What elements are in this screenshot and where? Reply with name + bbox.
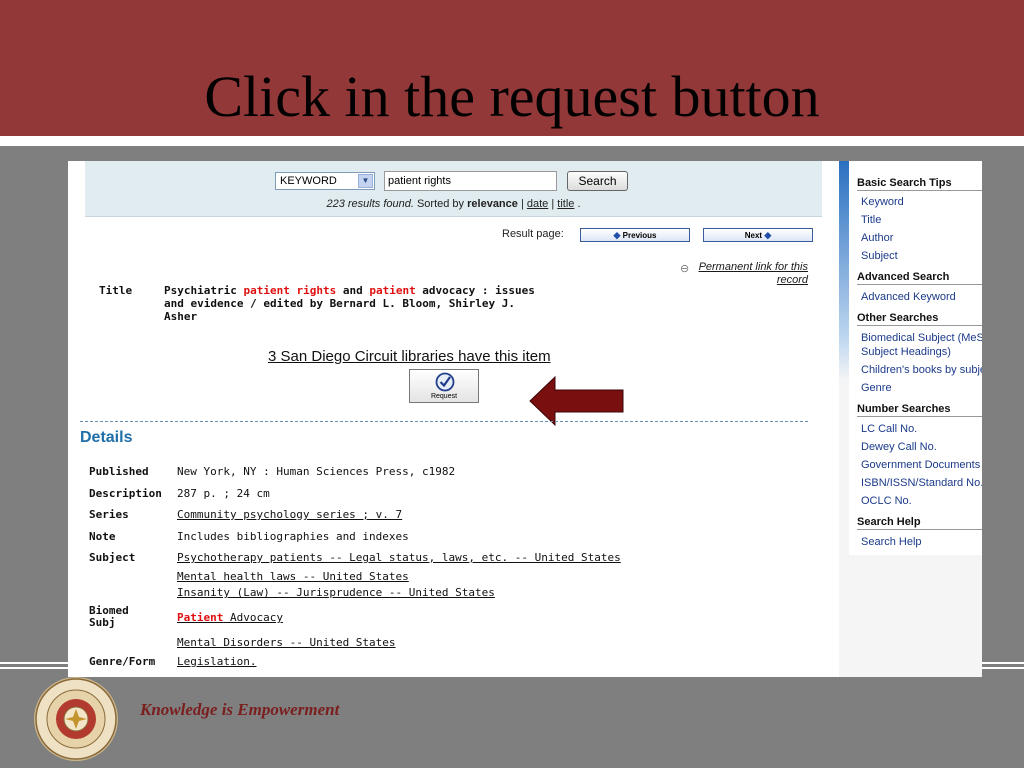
- side-nav: Basic Search Tips Keyword Title Author S…: [849, 161, 982, 555]
- arrow-left-icon: [529, 375, 624, 427]
- side-item-biomedical-cont[interactable]: Subject Headings): [861, 345, 982, 359]
- subject-link[interactable]: Mental health laws -- United States: [177, 570, 409, 583]
- university-seal-icon: [34, 677, 118, 761]
- title-highlight: patient: [369, 284, 416, 297]
- side-item-advanced-keyword[interactable]: Advanced Keyword: [861, 290, 982, 304]
- sort-title-link[interactable]: title: [557, 198, 574, 210]
- side-heading-advanced: Advanced Search: [857, 271, 982, 285]
- side-item-oclc[interactable]: OCLC No.: [861, 494, 982, 508]
- record-title: Psychiatric patient rights and patient a…: [164, 284, 544, 323]
- title-part: and: [336, 284, 370, 297]
- side-panel: Basic Search Tips Keyword Title Author S…: [839, 161, 982, 677]
- side-item-subject[interactable]: Subject: [861, 249, 982, 263]
- check-circle-icon: [435, 372, 455, 392]
- title-part: Psychiatric: [164, 284, 244, 297]
- permanent-link[interactable]: Permanent link for this record: [698, 261, 808, 287]
- published-label: Published: [89, 465, 149, 478]
- title-highlight: patient rights: [243, 284, 337, 297]
- description-value: 287 p. ; 24 cm: [177, 487, 270, 500]
- side-item-biomedical[interactable]: Biomedical Subject (MeSH: [861, 331, 982, 345]
- next-label: Next: [744, 231, 763, 240]
- side-item-childrens[interactable]: Children's books by subject: [861, 363, 982, 377]
- holdings-link[interactable]: 3 San Diego Circuit libraries have this …: [268, 348, 551, 365]
- side-heading-help: Search Help: [857, 516, 982, 530]
- details-heading: Details: [80, 429, 133, 446]
- sort-date-link[interactable]: date: [527, 198, 548, 210]
- arrow-right-icon: ◆: [764, 230, 772, 240]
- biomed-link[interactable]: Mental Disorders -- United States: [177, 636, 396, 649]
- sort-separator: |: [520, 198, 524, 210]
- side-item-gov-docs[interactable]: Government Documents: [861, 458, 982, 472]
- title-label: Title: [99, 284, 133, 297]
- genre-link[interactable]: Legislation.: [177, 655, 256, 668]
- search-type-value: KEYWORD: [280, 175, 337, 187]
- search-type-select[interactable]: KEYWORD ▼: [275, 172, 375, 190]
- next-button[interactable]: Next ◆: [703, 228, 813, 242]
- arrow-left-icon: ◆: [613, 230, 621, 240]
- note-value: Includes bibliographies and indexes: [177, 530, 409, 543]
- side-stripe: [839, 161, 849, 381]
- side-heading-other: Other Searches: [857, 312, 982, 326]
- catalog-screenshot: KEYWORD ▼ patient rights Search 223 resu…: [68, 161, 982, 677]
- description-label: Description: [89, 487, 162, 500]
- side-item-lc-call[interactable]: LC Call No.: [861, 422, 982, 436]
- search-button[interactable]: Search: [567, 171, 628, 191]
- biomed-rest: Advocacy: [223, 611, 283, 624]
- sorted-by-label: Sorted by: [416, 198, 465, 210]
- biomed-label: Biomed Subj: [89, 604, 129, 629]
- sort-relevance: relevance: [467, 198, 518, 210]
- divider: [80, 421, 808, 422]
- chevron-down-icon[interactable]: ▼: [358, 174, 373, 188]
- side-item-keyword[interactable]: Keyword: [861, 195, 982, 209]
- genre-label: Genre/Form: [89, 655, 156, 668]
- biomed-link[interactable]: Patient Advocacy: [177, 611, 283, 624]
- side-item-genre[interactable]: Genre: [861, 381, 982, 395]
- sort-separator: |: [551, 198, 555, 210]
- request-button[interactable]: Request: [409, 369, 479, 403]
- side-item-search-help[interactable]: Search Help: [861, 535, 982, 549]
- note-label: Note: [89, 530, 116, 543]
- result-page-label: Result page:: [502, 228, 564, 240]
- subject-label: Subject: [89, 551, 136, 564]
- subject-link[interactable]: Insanity (Law) -- Jurisprudence -- Unite…: [177, 586, 495, 599]
- side-item-isbn[interactable]: ISBN/ISSN/Standard No.: [861, 476, 982, 490]
- side-item-dewey-call[interactable]: Dewey Call No.: [861, 440, 982, 454]
- header-rule: [0, 136, 1024, 146]
- previous-label: Previous: [622, 231, 657, 240]
- link-icon: ⊖: [680, 263, 690, 275]
- search-input[interactable]: patient rights: [384, 171, 557, 191]
- side-heading-number: Number Searches: [857, 403, 982, 417]
- search-bar: KEYWORD ▼ patient rights Search 223 resu…: [85, 161, 822, 217]
- sort-end: .: [577, 198, 581, 210]
- results-summary: 223 results found. Sorted by relevance |…: [85, 198, 822, 210]
- side-heading-basic: Basic Search Tips: [857, 177, 982, 191]
- side-item-author[interactable]: Author: [861, 231, 982, 245]
- request-label: Request: [430, 393, 458, 400]
- biomed-highlight: Patient: [177, 611, 224, 624]
- published-value: New York, NY : Human Sciences Press, c19…: [177, 465, 456, 478]
- results-count: 223 results found.: [326, 198, 414, 210]
- subject-link[interactable]: Psychotherapy patients -- Legal status, …: [177, 551, 621, 564]
- footer-tagline: Knowledge is Empowerment: [140, 700, 340, 719]
- series-label: Series: [89, 508, 129, 521]
- side-item-title[interactable]: Title: [861, 213, 982, 227]
- series-link[interactable]: Community psychology series ; v. 7: [177, 508, 402, 521]
- previous-button[interactable]: ◆ Previous: [580, 228, 690, 242]
- slide-title: Click in the request button: [204, 64, 820, 129]
